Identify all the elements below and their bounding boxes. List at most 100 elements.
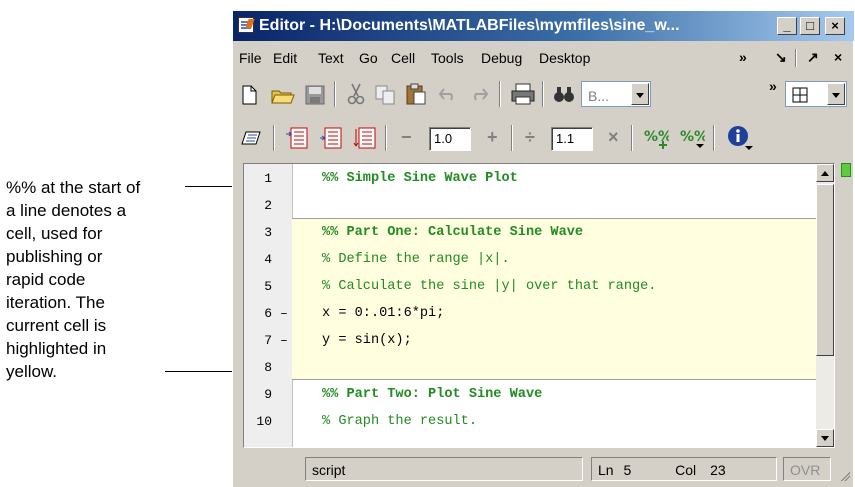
code-text: %% Part Two: Plot Sine Wave — [322, 387, 543, 402]
evaluate-cell-icon[interactable] — [285, 126, 309, 150]
line-number: 9 — [264, 387, 272, 402]
code-line[interactable]: 7 – y = sin(x); — [244, 329, 834, 356]
menu-bar: File Edit Text Go Cell Tools Debug Deskt… — [233, 45, 854, 71]
toolbar-separator — [542, 81, 544, 107]
resize-grip[interactable] — [840, 471, 850, 481]
maximize-button[interactable]: □ — [800, 17, 820, 35]
code-line[interactable]: 9 %% Part Two: Plot Sine Wave — [244, 383, 834, 410]
annotation-line: highlighted in — [6, 339, 107, 358]
code-line[interactable]: 8 — [244, 356, 834, 383]
undo-icon[interactable] — [438, 86, 460, 102]
menu-close-button[interactable]: × — [834, 49, 842, 65]
divide-button[interactable]: ÷ — [525, 127, 535, 148]
code-text: % Graph the result. — [322, 414, 477, 429]
line-number: 4 — [264, 252, 272, 267]
new-file-icon[interactable] — [241, 85, 257, 105]
scroll-thumb[interactable] — [816, 184, 834, 356]
increment-button[interactable]: + — [487, 127, 498, 148]
evaluate-advance-icon[interactable] — [319, 126, 343, 150]
annotation-line: a line denotes a — [6, 201, 127, 220]
scroll-up-button[interactable] — [816, 164, 834, 182]
code-analyzer-status-indicator[interactable] — [841, 163, 851, 177]
scroll-down-button[interactable] — [816, 429, 834, 447]
toolbar-overflow-button[interactable]: » — [769, 78, 777, 94]
svg-text:%%: %% — [680, 129, 705, 145]
menu-edit[interactable]: Edit — [273, 50, 297, 66]
menu-separator — [795, 49, 797, 67]
print-icon[interactable] — [511, 83, 535, 105]
edit-cell-icon[interactable] — [241, 129, 263, 147]
breakpoint-marker[interactable]: – — [280, 306, 288, 321]
svg-text:%%: %% — [644, 129, 669, 145]
chevron-down-icon[interactable] — [631, 83, 649, 105]
cut-icon[interactable] — [347, 83, 365, 105]
layout-combo[interactable] — [785, 81, 847, 107]
menu-debug[interactable]: Debug — [481, 50, 522, 66]
close-button[interactable]: × — [825, 17, 845, 35]
stack-combo[interactable]: B... — [581, 81, 651, 107]
editor-app-icon[interactable] — [238, 17, 254, 33]
multiply-button[interactable]: × — [608, 127, 619, 148]
title-bar[interactable]: Editor - H:\Documents\MATLABFiles\mymfil… — [233, 11, 854, 41]
chevron-down-icon[interactable] — [827, 83, 845, 105]
insert-cell-divider-icon[interactable]: %% — [643, 126, 669, 150]
open-folder-icon[interactable] — [271, 85, 295, 105]
file-toolbar: B... » — [233, 75, 854, 111]
menu-overflow-button[interactable]: » — [739, 49, 747, 65]
line-number: 5 — [264, 279, 272, 294]
window-title: Editor - H:\Documents\MATLABFiles\mymfil… — [259, 17, 680, 34]
info-icon[interactable] — [727, 125, 753, 151]
dock-button[interactable]: ↘ — [775, 49, 787, 66]
code-line[interactable]: 4 % Define the range |x|. — [244, 248, 834, 275]
code-text: % Calculate the sine |y| over that range… — [322, 279, 657, 294]
toolbar-separator — [631, 125, 633, 151]
menu-tools[interactable]: Tools — [431, 50, 464, 66]
line-number: 10 — [256, 414, 272, 429]
code-line[interactable]: 3 %% Part One: Calculate Sine Wave — [244, 221, 834, 248]
redo-icon[interactable] — [467, 86, 489, 102]
toolbar-separator — [511, 125, 513, 151]
stack-combo-value: B... — [588, 88, 610, 104]
annotation-line: iteration. The — [6, 293, 105, 312]
code-editor[interactable]: 1 %% Simple Sine Wave Plot 2 3 %% Part O… — [243, 163, 835, 448]
line-number: 1 — [264, 171, 272, 186]
increment-value-field[interactable]: 1.0 — [429, 127, 471, 151]
multiply-value-field[interactable]: 1.1 — [551, 127, 593, 151]
menu-file[interactable]: File — [239, 50, 262, 66]
menu-go[interactable]: Go — [359, 50, 378, 66]
toolbar-separator — [334, 81, 336, 107]
menu-cell[interactable]: Cell — [391, 50, 415, 66]
toolbar-separator — [713, 125, 715, 151]
status-mode: script — [305, 457, 583, 481]
code-line[interactable]: 5 % Calculate the sine |y| over that ran… — [244, 275, 834, 302]
code-line[interactable]: 2 — [244, 194, 834, 221]
evaluate-file-icon[interactable] — [353, 126, 377, 150]
code-line[interactable]: 6 – x = 0:.01:6*pi; — [244, 302, 834, 329]
decrement-button[interactable]: − — [401, 127, 412, 148]
editor-window: Editor - H:\Documents\MATLABFiles\mymfil… — [232, 10, 854, 487]
code-line[interactable]: 1 %% Simple Sine Wave Plot — [244, 167, 834, 194]
paste-icon[interactable] — [405, 83, 427, 105]
breakpoint-marker[interactable]: – — [280, 333, 288, 348]
code-text: %% Simple Sine Wave Plot — [322, 171, 518, 186]
annotation-line: %% at the start of — [6, 178, 141, 197]
code-line[interactable]: 10 % Graph the result. — [244, 410, 834, 437]
annotation-line: cell, used for — [6, 224, 103, 243]
save-icon[interactable] — [305, 85, 325, 105]
toolbar-separator — [273, 125, 275, 151]
menu-text[interactable]: Text — [318, 50, 344, 66]
line-label: Ln — [598, 462, 614, 478]
code-text: %% Part One: Calculate Sine Wave — [322, 225, 584, 240]
annotation-line: publishing or — [6, 247, 103, 266]
status-bar: script Ln 5 Col 23 OVR — [233, 455, 854, 485]
line-number: 8 — [264, 360, 272, 375]
overwrite-indicator: OVR — [783, 457, 831, 481]
vertical-scrollbar[interactable] — [816, 164, 834, 447]
col-label: Col — [675, 462, 697, 478]
menu-desktop[interactable]: Desktop — [539, 50, 590, 66]
copy-icon[interactable] — [375, 85, 397, 105]
undock-button[interactable]: ↗ — [807, 49, 819, 66]
minimize-button[interactable]: _ — [777, 17, 797, 35]
insert-cell-divider-menu-icon[interactable]: %% — [679, 126, 705, 150]
find-icon[interactable] — [553, 84, 575, 104]
